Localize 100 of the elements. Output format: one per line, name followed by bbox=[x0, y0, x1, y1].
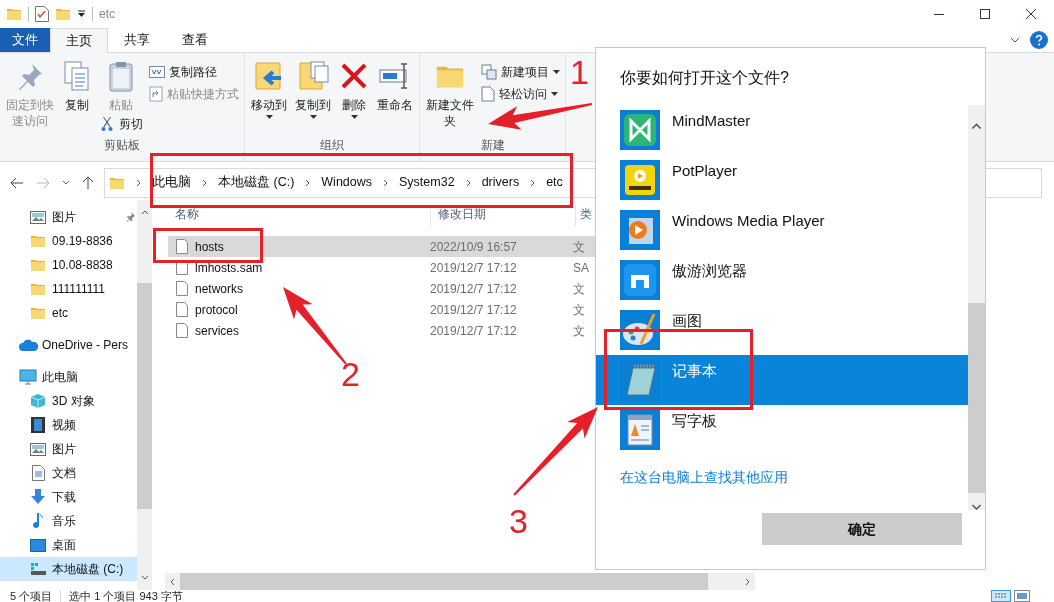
up-icon[interactable] bbox=[82, 175, 94, 190]
nav-item[interactable]: 图片 bbox=[0, 437, 137, 461]
nav-label: 此电脑 bbox=[42, 369, 78, 386]
ribbon-button[interactable]: 移动到 bbox=[248, 53, 290, 119]
ribbon-button[interactable]: 新建文件夹 bbox=[423, 53, 477, 129]
column-header[interactable]: 类 bbox=[575, 205, 592, 226]
step-number: 2 bbox=[341, 356, 360, 392]
nav-item[interactable]: 文档 bbox=[0, 461, 137, 485]
delete-icon bbox=[339, 61, 369, 91]
nav-item[interactable]: 视频 bbox=[0, 413, 137, 437]
ribbon-button[interactable]: 复制 bbox=[59, 53, 95, 113]
app-name: Windows Media Player bbox=[672, 211, 825, 231]
file-type: 文 bbox=[573, 301, 585, 319]
forward-icon[interactable] bbox=[36, 176, 50, 189]
app-name: 画图 bbox=[672, 311, 702, 331]
minimize-icon bbox=[934, 13, 944, 15]
column-header[interactable]: 修改日期 bbox=[430, 205, 575, 226]
app-name: MindMaster bbox=[672, 111, 751, 131]
nav-item[interactable]: 111111111 bbox=[0, 277, 137, 301]
breadcrumb[interactable]: drivers bbox=[481, 173, 520, 192]
scrollbar[interactable] bbox=[968, 105, 985, 510]
breadcrumb[interactable]: etc bbox=[546, 173, 563, 192]
nav-label: 图片 bbox=[52, 209, 76, 226]
file-row[interactable]: protocol 2019/12/7 17:12 文 bbox=[168, 299, 595, 320]
clipboard-icon bbox=[107, 60, 135, 92]
app-option[interactable]: Windows Media Player bbox=[596, 205, 968, 255]
file-type: 文 bbox=[573, 280, 585, 298]
thumbnail-view-icon[interactable] bbox=[1014, 590, 1030, 602]
nav-item[interactable]: 09.19-8836 bbox=[0, 229, 137, 253]
ribbon-button[interactable]: 删除 bbox=[336, 53, 372, 119]
chevron-right-icon bbox=[202, 178, 207, 187]
palette-icon bbox=[620, 310, 660, 350]
chevron-right-icon[interactable] bbox=[745, 577, 750, 586]
step-number: 1 bbox=[570, 54, 589, 90]
ribbon-button[interactable]: 复制到 bbox=[292, 53, 334, 119]
folder-button[interactable] bbox=[55, 6, 71, 22]
ok-button[interactable]: 确定 bbox=[762, 513, 962, 545]
nav-item[interactable]: 3D 对象 bbox=[0, 389, 137, 413]
file-row[interactable]: services 2019/12/7 17:12 文 bbox=[168, 320, 595, 341]
group-label: 新建 bbox=[479, 137, 506, 153]
nav-item[interactable]: 图片 bbox=[0, 205, 137, 229]
chevron-left-icon[interactable] bbox=[170, 577, 175, 586]
copy-icon bbox=[62, 60, 92, 92]
folder-icon bbox=[6, 6, 22, 22]
file-row[interactable]: lmhosts.sam 2019/12/7 17:12 SA bbox=[168, 257, 595, 278]
scrollbar[interactable] bbox=[137, 200, 152, 590]
chevron-down-icon bbox=[971, 503, 982, 510]
back-icon[interactable] bbox=[10, 176, 24, 189]
music-note-icon bbox=[32, 513, 44, 529]
breadcrumb[interactable]: 本地磁盘 (C:) bbox=[218, 173, 295, 192]
ribbon-tab[interactable]: 共享 bbox=[108, 28, 166, 52]
column-header[interactable]: 名称 bbox=[165, 205, 430, 226]
caret-icon bbox=[309, 115, 317, 119]
dropdown-icon[interactable] bbox=[77, 10, 86, 18]
nav-item[interactable]: 此电脑 bbox=[0, 365, 137, 389]
ribbon-button[interactable]: 轻松访问 bbox=[479, 83, 562, 105]
breadcrumb[interactable]: System32 bbox=[399, 173, 455, 192]
app-option[interactable]: 傲游浏览器 bbox=[596, 255, 968, 305]
scrollbar-thumb[interactable] bbox=[137, 283, 152, 509]
ribbon-button[interactable]: 复制路径 bbox=[147, 61, 241, 83]
document-icon bbox=[31, 465, 45, 481]
nav-item[interactable]: etc bbox=[0, 301, 137, 325]
details-view-icon[interactable] bbox=[991, 590, 1011, 602]
nav-item[interactable]: 桌面 bbox=[0, 533, 137, 557]
app-name: 傲游浏览器 bbox=[672, 261, 747, 281]
nav-label: 音乐 bbox=[52, 513, 76, 530]
ribbon-button[interactable]: 剪切 bbox=[97, 113, 145, 135]
button-label: 删除 bbox=[342, 97, 366, 113]
nav-item[interactable]: 下载 bbox=[0, 485, 137, 509]
nav-item[interactable]: 本地磁盘 (C:) bbox=[0, 557, 137, 581]
scrollbar-thumb[interactable] bbox=[180, 573, 708, 590]
find-apps-link[interactable]: 在这台电脑上查找其他应用 bbox=[620, 467, 788, 488]
ribbon-tab[interactable]: 查看 bbox=[166, 28, 224, 52]
folder-copy-icon bbox=[297, 60, 329, 92]
chevron-down-icon[interactable] bbox=[1010, 37, 1020, 43]
scrollbar-thumb[interactable] bbox=[968, 303, 985, 493]
file-row[interactable]: networks 2019/12/7 17:12 文 bbox=[168, 278, 595, 299]
app-option[interactable]: 记事本 bbox=[596, 355, 968, 405]
breadcrumb[interactable]: Windows bbox=[321, 173, 373, 192]
app-option[interactable]: MindMaster bbox=[596, 105, 968, 155]
button-label: 粘贴 bbox=[109, 97, 133, 113]
nav-item[interactable]: OneDrive - Pers bbox=[0, 333, 137, 357]
breadcrumb[interactable]: 此电脑 bbox=[152, 173, 191, 192]
pin-icon bbox=[125, 212, 135, 222]
nav-item[interactable]: 音乐 bbox=[0, 509, 137, 533]
help-icon[interactable] bbox=[1030, 31, 1048, 49]
properties-icon[interactable] bbox=[35, 6, 49, 22]
ribbon-tab[interactable]: 主页 bbox=[50, 28, 108, 53]
ribbon-tab[interactable]: 文件 bbox=[0, 28, 50, 52]
file-date: 2019/12/7 17:12 bbox=[430, 280, 518, 298]
file-date: 2019/12/7 17:12 bbox=[430, 301, 518, 319]
ribbon-button[interactable]: 重命名 bbox=[374, 53, 416, 113]
file-row[interactable]: hosts 2022/10/9 16:57 文 bbox=[168, 236, 595, 257]
ribbon-button[interactable]: 新建项目 bbox=[479, 61, 562, 83]
app-option[interactable]: 画图 bbox=[596, 305, 968, 355]
app-icon bbox=[620, 160, 660, 200]
nav-item[interactable]: 10.08-8838 bbox=[0, 253, 137, 277]
chevron-down-icon[interactable] bbox=[62, 180, 70, 185]
app-option[interactable]: 写字板 bbox=[596, 405, 968, 455]
drive-icon bbox=[30, 562, 46, 576]
